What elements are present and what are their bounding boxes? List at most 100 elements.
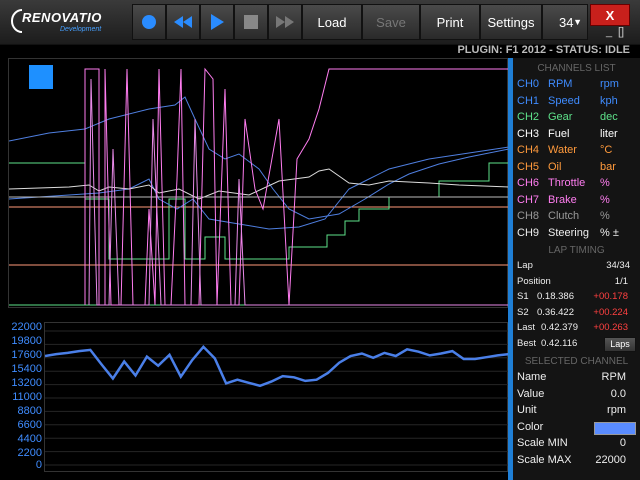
channel-item-ch8[interactable]: CH8 Clutch% [513,208,640,225]
logo-text: RENOVATIO [22,10,102,25]
channel-unit: °C [600,144,613,156]
rewind-button[interactable] [166,4,200,40]
load-button[interactable]: Load [302,4,362,40]
chevron-down-icon: ▼ [573,17,582,27]
rpm-series-line [45,344,509,388]
channel-unit: % [600,177,610,189]
channel-name: Throttle [548,177,586,189]
channel-name: Steering [548,226,589,239]
axis-tick: 22000 [11,321,42,333]
s2-row: S2 0.36.422 +00.224 [513,305,640,321]
sc-color-row: Color [513,419,640,436]
axis-tick: 15400 [11,363,42,375]
s1-time: 0.18.386 [537,291,574,302]
lap-value: 34/34 [606,260,630,271]
axis-tick: 6600 [17,419,42,431]
sc-max-row: Scale MAX 22000 [513,452,640,469]
lap-row: Lap 34/34 [513,258,640,274]
best-row: Best 0.42.116 Laps [513,336,640,352]
last-delta: +00.263 [593,322,628,333]
restore-button[interactable]: [] [618,26,624,38]
logo: RENOVATIO Development [8,6,126,38]
sc-value-label: Value [517,387,545,400]
channel-name: Water [548,144,577,156]
sc-min-value[interactable]: 0 [620,435,626,452]
channels-plot[interactable] [8,58,509,308]
close-button[interactable]: X [590,4,630,26]
axis-tick: 0 [35,459,42,471]
channel-id: CH6 [517,177,540,189]
position-value: 1/1 [614,275,628,287]
channel-item-ch2[interactable]: CH2 Gear dec [513,109,640,126]
channel-item-ch3[interactable]: CH3 Fuel liter [513,126,640,143]
side-panel: CHANNELS LIST CH0 RPM rpm CH1 Speed kph CH2 Gea… [513,58,640,480]
channel-id: CH0 [517,78,540,90]
channel-item-ch7[interactable]: CH7 Brake% [513,192,640,209]
sc-color-label: Color [517,420,544,433]
sc-max-value[interactable]: 22000 [595,452,626,469]
toolbar: RENOVATIO Development Load Save Print Se… [0,0,640,45]
channel-id: CH7 [517,193,540,206]
settings-button[interactable]: Settings [480,4,542,40]
stop-icon [244,15,258,29]
axis-tick: 17600 [11,349,42,361]
channel-unit: bar [600,160,616,173]
logo-subtitle: Development [60,26,102,33]
stop-button[interactable] [234,4,268,40]
channel-item-ch6[interactable]: CH6 Throttle% [513,175,640,192]
channel-name: Gear [548,111,573,123]
fast-forward-button[interactable] [268,4,302,40]
throttle-trace [84,67,509,306]
last-row: Last 0.42.379 +00.263 [513,320,640,336]
channels-traces [9,67,509,306]
channels-list: CH0 RPM rpm CH1 Speed kph CH2 Gear dec CH3 Fuel lit… [513,76,640,241]
axis-tick: 2200 [17,447,42,459]
sc-name-label: Name [517,371,547,383]
channel-unit: liter [600,127,618,140]
sc-min-row: Scale MIN 0 [513,435,640,452]
minimize-button[interactable]: _ [606,26,612,38]
sc-min-label: Scale MIN [517,437,568,449]
color-swatch[interactable] [594,421,636,435]
channel-name: RPM [548,78,573,90]
axis-tick: 13200 [11,377,42,389]
status-line: PLUGIN: F1 2012 - STATUS: IDLE [457,44,630,56]
sc-unit-label: Unit [517,404,537,416]
channel-unit: rpm [600,78,619,90]
channel-item-ch9[interactable]: CH9 Steering % ± [513,225,640,242]
channel-unit: % [600,193,610,206]
s2-delta: +00.224 [593,306,628,318]
gear-trace [9,162,509,260]
s1-delta: +00.178 [593,291,628,302]
axis-tick: 11000 [12,391,42,403]
channel-name: Speed [548,94,580,107]
channel-unit: % ± [600,226,619,239]
channel-id: CH3 [517,127,540,140]
laps-button[interactable]: Laps [604,336,636,352]
play-button[interactable] [200,4,234,40]
channel-item-ch0[interactable]: CH0 RPM rpm [513,76,640,93]
last-label: Last [517,322,535,333]
sc-name-row: Name RPM [513,369,640,386]
channel-item-ch4[interactable]: CH4 Water °C [513,142,640,159]
best-time: 0.42.116 [541,337,578,349]
position-row: Position 1/1 [513,274,640,290]
channel-name: Clutch [548,210,580,222]
sc-value-value: 0.0 [610,387,626,400]
print-button[interactable]: Print [420,4,480,40]
channel-unit: % [600,210,610,222]
channel-item-ch1[interactable]: CH1 Speed kph [513,93,640,110]
channel-id: CH5 [517,160,540,173]
channel-unit: kph [600,94,618,107]
rpm-chart [45,330,509,466]
session-select[interactable]: 34 ▼ [542,4,588,40]
channel-item-ch5[interactable]: CH5 Oil bar [513,159,640,176]
channel-name: Brake [548,193,577,206]
channel-id: CH9 [517,226,540,239]
axis-tick: 19800 [11,335,42,347]
channel-name: Oil [548,160,562,173]
record-button[interactable] [132,4,166,40]
sc-name-value: RPM [601,371,626,383]
save-button[interactable]: Save [362,4,420,40]
rpm-plot[interactable] [44,322,509,472]
